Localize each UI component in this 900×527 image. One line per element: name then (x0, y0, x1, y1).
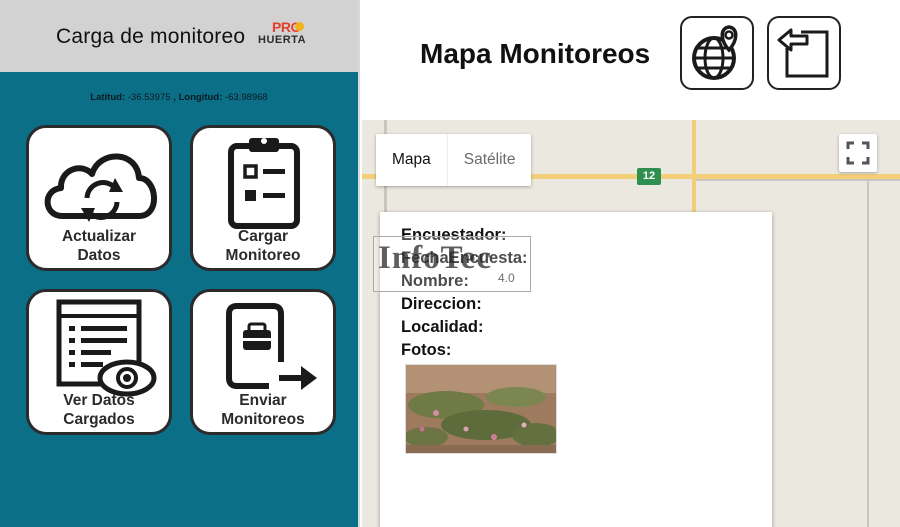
monitoring-app-screen: Carga de monitoreo PRO HUERTA Latitud: -… (0, 0, 360, 527)
back-arrow-icon (777, 28, 829, 78)
garden-photo-image (406, 365, 556, 453)
tile-label-line: Datos (77, 247, 121, 264)
tile-label-line: Monitoreos (221, 411, 305, 428)
route-number-badge: 12 (637, 168, 661, 185)
locality-label: Localidad: (401, 318, 484, 336)
back-button[interactable] (767, 16, 841, 90)
send-monitoring-label: Enviar Monitoreos (193, 391, 333, 429)
infotec-watermark: InfoTec 4.0 (373, 236, 531, 292)
update-data-label: Actualizar Datos (29, 227, 169, 265)
garden-photo[interactable] (405, 364, 557, 454)
photos-label: Fotos: (401, 341, 452, 359)
app-header: Carga de monitoreo PRO HUERTA (0, 0, 358, 72)
tile-label-line: Enviar (239, 392, 287, 409)
map-view[interactable]: 12 Mapa Satélite Encuestador: FechaEncue… (362, 120, 900, 527)
update-data-button[interactable]: Actualizar Datos (26, 125, 172, 271)
tile-label-line: Cargar (238, 228, 288, 245)
map-type-control: Mapa Satélite (376, 134, 532, 186)
tab-map[interactable]: Mapa (376, 134, 447, 186)
load-monitoring-label: Cargar Monitoreo (193, 227, 333, 265)
tile-label-line: Monitoreo (225, 247, 301, 264)
watermark-text: InfoTec (378, 240, 492, 276)
fullscreen-button[interactable] (839, 134, 877, 172)
longitude-value: -63.98968 (224, 92, 268, 103)
map-road (696, 179, 900, 181)
prohuerta-logo: PRO HUERTA (258, 19, 310, 51)
address-label: Direccion: (401, 295, 482, 313)
view-loaded-data-label: Ver Datos Cargados (29, 391, 169, 429)
tab-satellite[interactable]: Satélite (446, 134, 532, 186)
tile-label-line: Ver Datos (63, 392, 135, 409)
load-monitoring-button[interactable]: Cargar Monitoreo (190, 125, 336, 271)
latitude-value: -36.53975 (127, 92, 171, 103)
latitude-label: Latitud: (90, 92, 126, 103)
logo-huerta-text: HUERTA (258, 34, 307, 46)
globe-location-button[interactable] (680, 16, 754, 90)
gps-coordinates: Latitud: -36.53975 , Longitud: -63.98968 (0, 92, 358, 103)
map-road (692, 120, 696, 212)
logo-dot (295, 22, 304, 31)
page-title: Mapa Monitoreos (420, 38, 651, 69)
tile-label-line: Actualizar (61, 228, 137, 245)
fullscreen-icon (846, 141, 870, 165)
map-road (867, 180, 869, 527)
tile-label-line: Cargados (63, 411, 135, 428)
globe-location-icon (692, 25, 738, 80)
longitude-label: , Longitud: (173, 92, 223, 103)
send-monitoring-button[interactable]: Enviar Monitoreos (190, 289, 336, 435)
view-loaded-data-button[interactable]: Ver Datos Cargados (26, 289, 172, 435)
watermark-version: 4.0 (498, 271, 515, 285)
app-title: Carga de monitoreo (56, 25, 246, 48)
